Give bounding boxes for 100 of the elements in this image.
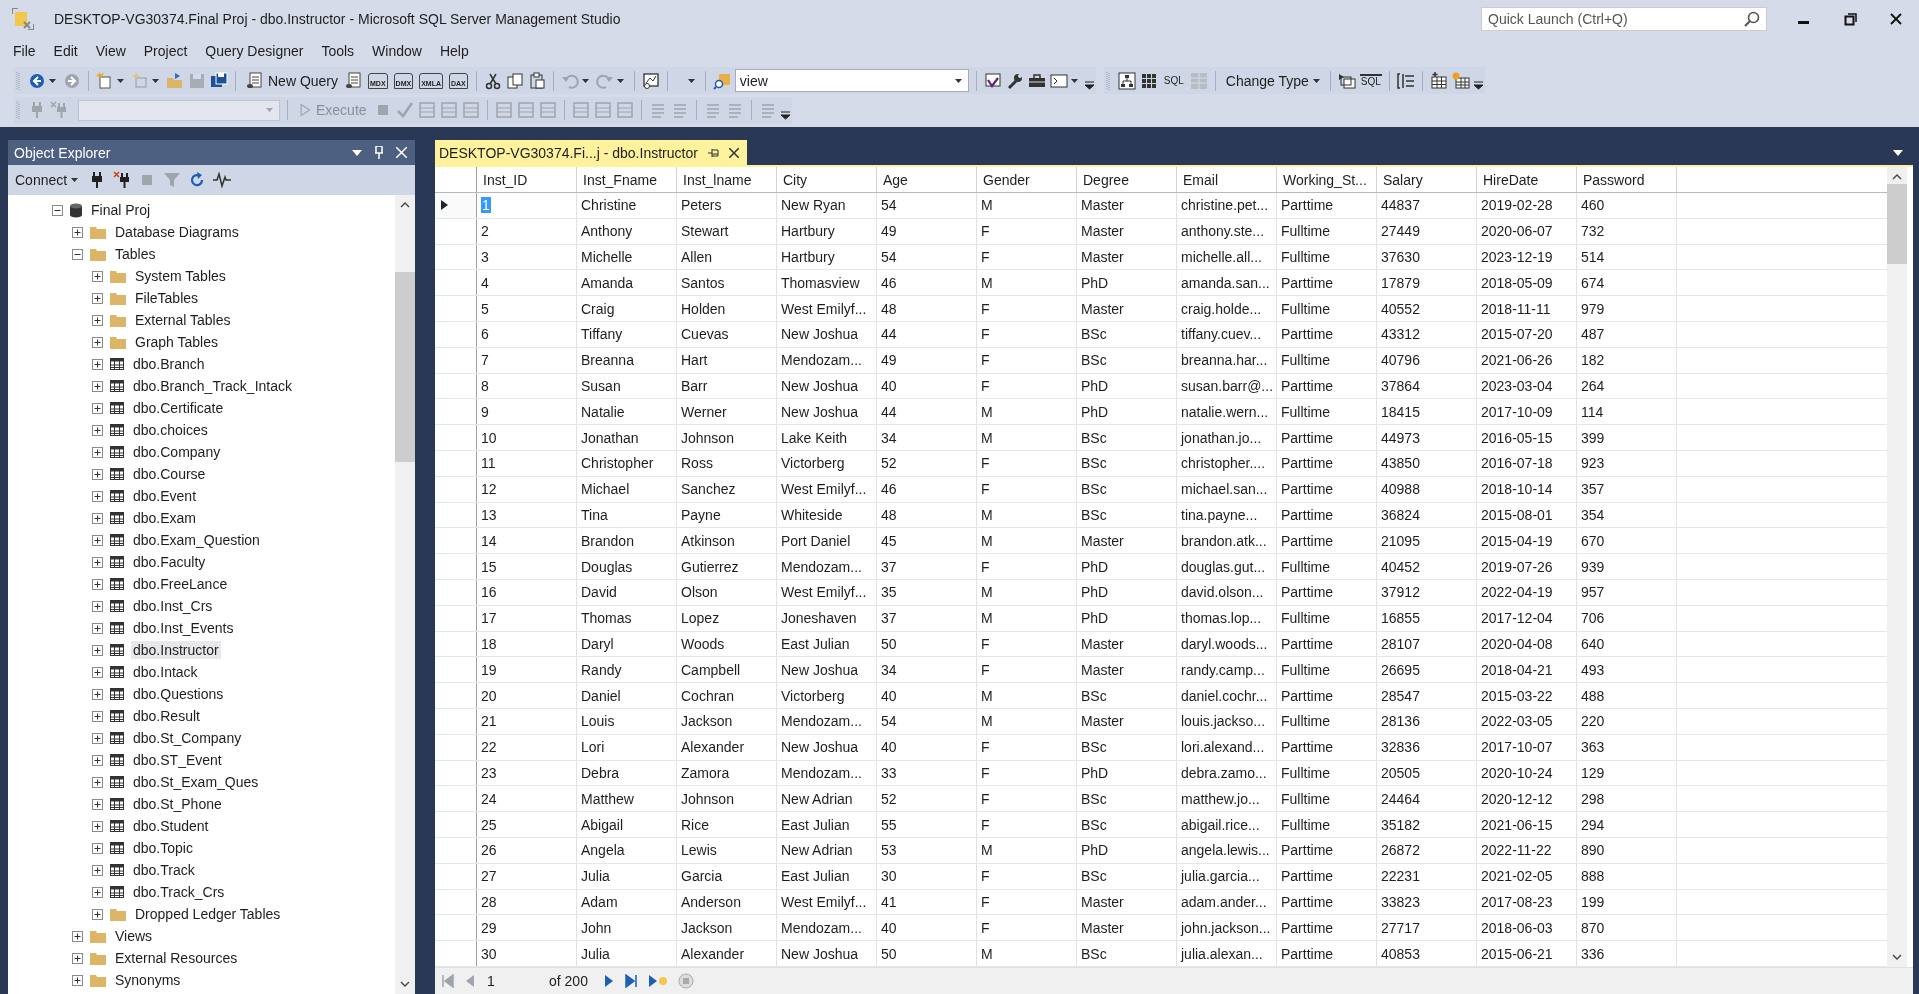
table-cell[interactable]: Sanchez bbox=[677, 476, 777, 502]
table-cell[interactable]: brandon.atk... bbox=[1177, 528, 1277, 554]
table-cell[interactable]: 2023-03-04 bbox=[1477, 373, 1577, 399]
table-cell[interactable]: F bbox=[977, 657, 1077, 683]
table-cell[interactable]: 40 bbox=[877, 683, 977, 708]
table-cell[interactable]: amanda.san... bbox=[1177, 270, 1277, 296]
table-cell[interactable]: Cochran bbox=[677, 683, 777, 708]
table-cell[interactable]: M bbox=[977, 270, 1077, 296]
table-cell[interactable]: 2017-10-07 bbox=[1477, 734, 1577, 760]
table-cell[interactable]: 732 bbox=[1577, 218, 1677, 244]
table-cell[interactable]: Atkinson bbox=[677, 528, 777, 554]
table-cell[interactable]: Jonathan bbox=[577, 425, 677, 450]
menu-item[interactable]: Window bbox=[363, 43, 431, 59]
table-cell[interactable]: 26 bbox=[477, 837, 577, 863]
table-cell[interactable]: anthony.ste... bbox=[1177, 218, 1277, 244]
table-cell[interactable]: BSc bbox=[1077, 450, 1177, 476]
cut-icon[interactable] bbox=[483, 71, 502, 90]
tree-item[interactable]: System Tables bbox=[133, 267, 228, 285]
table-cell[interactable]: Susan bbox=[577, 373, 677, 399]
table-cell[interactable]: 28 bbox=[477, 889, 577, 915]
table-cell[interactable]: 12 bbox=[477, 476, 577, 502]
table-cell[interactable]: 53 bbox=[877, 837, 977, 863]
tree-item[interactable]: Synonyms bbox=[113, 971, 183, 989]
table-cell[interactable]: 4 bbox=[477, 270, 577, 296]
table-cell[interactable]: Parttime bbox=[1277, 734, 1377, 760]
table-cell[interactable]: 298 bbox=[1577, 786, 1677, 812]
table-cell[interactable]: Christopher bbox=[577, 450, 677, 476]
table-cell[interactable]: 2015-04-19 bbox=[1477, 528, 1577, 554]
column-header[interactable]: Degree bbox=[1077, 167, 1177, 192]
table-cell[interactable]: Daryl bbox=[577, 631, 677, 657]
table-cell[interactable]: Randy bbox=[577, 657, 677, 683]
table-cell[interactable]: Adam bbox=[577, 889, 677, 915]
table-cell[interactable]: Campbell bbox=[677, 657, 777, 683]
scrollbar[interactable] bbox=[1887, 167, 1907, 967]
table-cell[interactable]: 2020-06-07 bbox=[1477, 218, 1577, 244]
table-cell[interactable]: 2016-07-18 bbox=[1477, 450, 1577, 476]
open-folder-icon[interactable] bbox=[166, 71, 184, 90]
table-cell[interactable]: 2015-08-01 bbox=[1477, 502, 1577, 528]
table-cell[interactable]: PhD bbox=[1077, 579, 1177, 605]
table-cell[interactable]: Parttime bbox=[1277, 631, 1377, 657]
table-cell[interactable]: 40988 bbox=[1377, 476, 1477, 502]
table-cell[interactable]: Whiteside bbox=[777, 502, 877, 528]
column-header[interactable]: Working_St... bbox=[1277, 167, 1377, 192]
table-cell[interactable]: 2017-12-04 bbox=[1477, 605, 1577, 631]
table-cell[interactable]: F bbox=[977, 889, 1077, 915]
table-cell[interactable]: New Joshua bbox=[777, 322, 877, 347]
expand-icon[interactable] bbox=[92, 358, 103, 370]
table-cell[interactable]: New Ryan bbox=[777, 193, 877, 218]
table-cell[interactable]: 36824 bbox=[1377, 502, 1477, 528]
table-cell[interactable]: Tiffany bbox=[577, 322, 677, 347]
scroll-down-icon[interactable] bbox=[1892, 954, 1902, 961]
tree-item[interactable]: dbo.choices bbox=[131, 421, 210, 439]
toolbar-overflow-icon[interactable] bbox=[1473, 81, 1483, 90]
table-cell[interactable]: 399 bbox=[1577, 425, 1677, 450]
table-cell[interactable]: 20 bbox=[477, 683, 577, 708]
expand-icon[interactable] bbox=[92, 556, 103, 568]
caret-icon[interactable] bbox=[687, 78, 695, 83]
expand-icon[interactable] bbox=[92, 908, 103, 920]
table-cell[interactable]: F bbox=[977, 373, 1077, 399]
table-cell[interactable]: 674 bbox=[1577, 270, 1677, 296]
table-cell[interactable]: Ross bbox=[677, 450, 777, 476]
grid-icon[interactable] bbox=[1139, 71, 1158, 90]
table-cell[interactable]: Fulltime bbox=[1277, 218, 1377, 244]
expand-icon[interactable] bbox=[92, 292, 103, 304]
scroll-up-icon[interactable] bbox=[400, 201, 410, 208]
table-cell[interactable]: 21 bbox=[477, 708, 577, 734]
caret-icon[interactable] bbox=[152, 78, 159, 83]
tree-item[interactable]: External Tables bbox=[133, 311, 233, 329]
table-cell[interactable]: 44973 bbox=[1377, 425, 1477, 450]
expand-icon[interactable] bbox=[92, 886, 103, 898]
table-cell[interactable]: Parttime bbox=[1277, 270, 1377, 296]
table-cell[interactable]: BSc bbox=[1077, 734, 1177, 760]
table-cell[interactable]: 43312 bbox=[1377, 322, 1477, 347]
table-cell[interactable]: 52 bbox=[877, 786, 977, 812]
expand-icon[interactable] bbox=[92, 842, 103, 854]
table-cell[interactable]: PhD bbox=[1077, 605, 1177, 631]
tree-item[interactable]: dbo.Faculty bbox=[131, 553, 208, 571]
table-cell[interactable]: 17879 bbox=[1377, 270, 1477, 296]
expand-icon[interactable] bbox=[92, 336, 103, 348]
table-cell[interactable]: Douglas bbox=[577, 554, 677, 579]
chart-window-icon[interactable] bbox=[641, 71, 660, 90]
close-icon[interactable] bbox=[728, 147, 739, 158]
quick-launch-field[interactable]: Quick Launch (Ctrl+Q) bbox=[1481, 7, 1767, 31]
table-cell[interactable]: 706 bbox=[1577, 605, 1677, 631]
expand-icon[interactable] bbox=[92, 820, 103, 832]
expand-icon[interactable] bbox=[92, 688, 103, 700]
table-cell[interactable]: 13 bbox=[477, 502, 577, 528]
table-cell[interactable]: 44837 bbox=[1377, 193, 1477, 218]
table-cell[interactable]: East Julian bbox=[777, 812, 877, 837]
table-cell[interactable]: Fulltime bbox=[1277, 657, 1377, 683]
table-cell[interactable]: 22 bbox=[477, 734, 577, 760]
table-cell[interactable]: M bbox=[977, 837, 1077, 863]
table-cell[interactable]: 24464 bbox=[1377, 786, 1477, 812]
table-cell[interactable]: M bbox=[977, 605, 1077, 631]
table-cell[interactable]: Julia bbox=[577, 941, 677, 966]
table-cell[interactable]: 2018-05-09 bbox=[1477, 270, 1577, 296]
table-cell[interactable]: Anthony bbox=[577, 218, 677, 244]
table-cell[interactable]: 54 bbox=[877, 708, 977, 734]
table-cell[interactable]: Holden bbox=[677, 296, 777, 321]
expand-icon[interactable] bbox=[72, 952, 83, 964]
